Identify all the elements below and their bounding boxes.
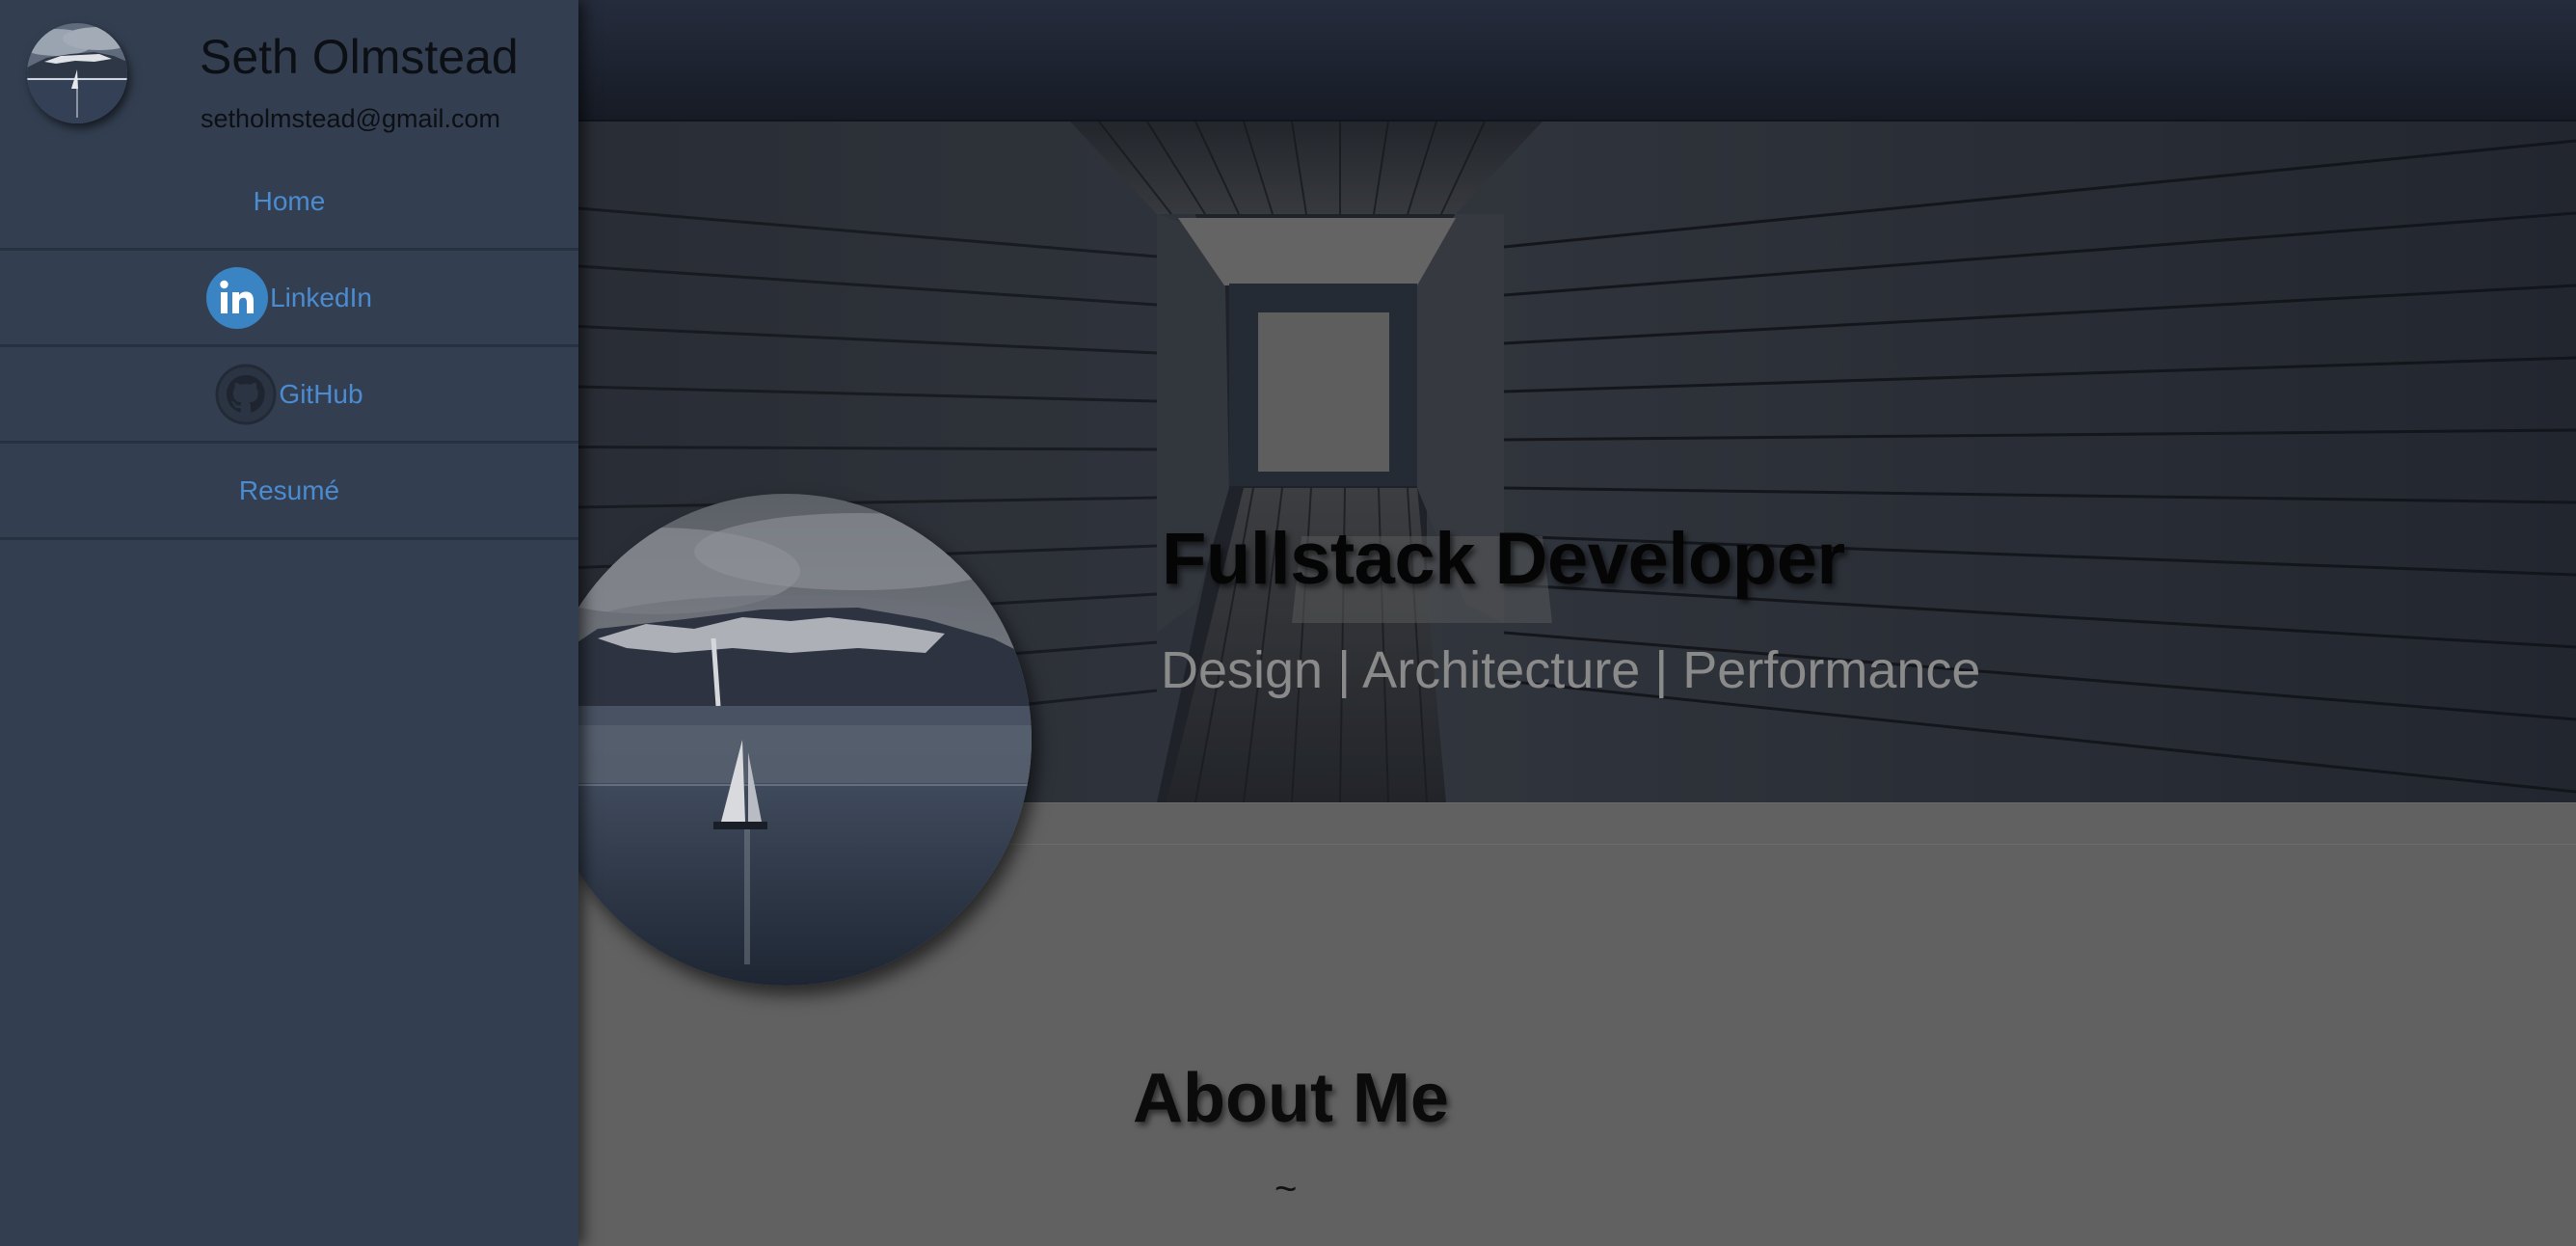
sidebar-item-label: GitHub [279, 378, 363, 409]
about-tilde-divider: ~ [1275, 1168, 1298, 1210]
hero-subtitle: Design | Architecture | Performance [1161, 641, 1981, 699]
lake-mountain-avatar-icon [27, 23, 127, 123]
lake-sailboat-image [540, 494, 1032, 986]
sidebar-item-resume[interactable]: Resumé [0, 444, 578, 540]
profile-photo [540, 494, 1032, 986]
about-title: About Me [1133, 1060, 1449, 1137]
hero-title: Fullstack Developer [1162, 518, 1845, 600]
sidebar-item-label: Resumé [238, 474, 340, 505]
sidebar-item-home[interactable]: Home [0, 154, 578, 251]
sidebar-item-label: Home [253, 185, 326, 216]
drawer-header: Seth Olmstead setholmstead@gmail.com [0, 0, 578, 154]
linkedin-icon [206, 266, 269, 329]
avatar[interactable] [27, 23, 127, 123]
navigation-drawer: Seth Olmstead setholmstead@gmail.com Hom… [0, 0, 578, 1246]
sidebar-item-linkedin[interactable]: LinkedIn [0, 251, 578, 347]
github-icon [215, 364, 277, 425]
user-email: setholmstead@gmail.com [201, 104, 501, 133]
sidebar-item-label: LinkedIn [270, 282, 372, 312]
user-name: Seth Olmstead [200, 30, 519, 84]
sidebar-item-github[interactable]: GitHub [0, 347, 578, 444]
